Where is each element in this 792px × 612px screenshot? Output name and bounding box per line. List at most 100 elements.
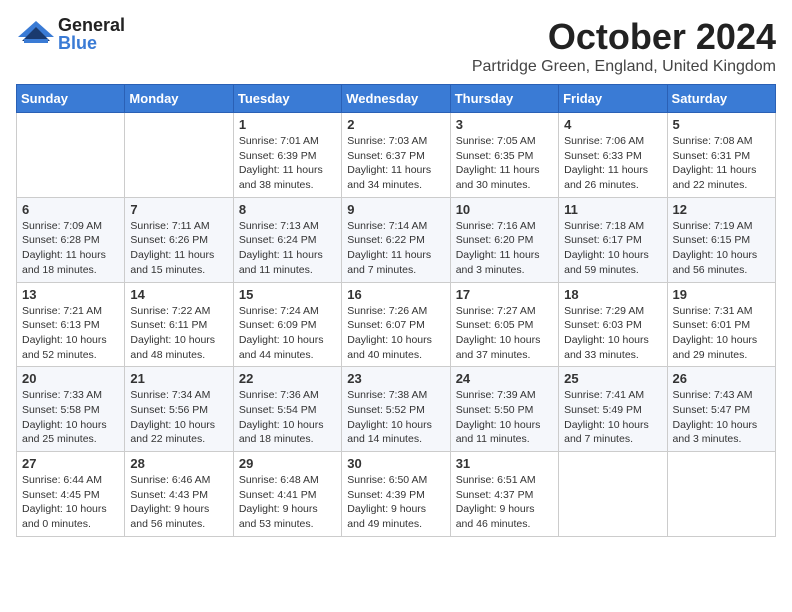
day-info: Sunrise: 7:14 AM Sunset: 6:22 PM Dayligh… (347, 219, 444, 278)
calendar-week-5: 27Sunrise: 6:44 AM Sunset: 4:45 PM Dayli… (17, 452, 776, 537)
day-info: Sunrise: 6:51 AM Sunset: 4:37 PM Dayligh… (456, 473, 553, 532)
calendar-cell: 20 Sunrise: 7:33 AM Sunset: 5:58 PM Dayli… (17, 367, 125, 452)
calendar-cell: 9 Sunrise: 7:14 AM Sunset: 6:22 PM Daylig… (342, 197, 450, 282)
day-info: Sunrise: 7:34 AM Sunset: 5:56 PM Dayligh… (130, 388, 227, 447)
calendar-cell: 10 Sunrise: 7:16 AM Sunset: 6:20 PM Dayli… (450, 197, 558, 282)
day-info: Sunrise: 7:39 AM Sunset: 5:50 PM Dayligh… (456, 388, 553, 447)
logo: General Blue (16, 16, 125, 52)
day-header-saturday: Saturday (667, 85, 775, 113)
calendar-cell: 22 Sunrise: 7:36 AM Sunset: 5:54 PM Dayli… (233, 367, 341, 452)
day-info: Sunrise: 7:24 AM Sunset: 6:09 PM Dayligh… (239, 304, 336, 363)
calendar-cell: 30 Sunrise: 6:50 AM Sunset: 4:39 PM Dayli… (342, 452, 450, 537)
calendar-cell: 23Sunrise: 7:38 AM Sunset: 5:52 PM Dayli… (342, 367, 450, 452)
day-number: 7 (130, 202, 227, 217)
day-header-friday: Friday (559, 85, 667, 113)
day-number: 12 (673, 202, 770, 217)
day-header-sunday: Sunday (17, 85, 125, 113)
logo-text: General Blue (58, 16, 125, 52)
logo-blue: Blue (58, 34, 125, 52)
calendar-cell: 24 Sunrise: 7:39 AM Sunset: 5:50 PM Dayli… (450, 367, 558, 452)
day-number: 5 (673, 117, 770, 132)
day-number: 29 (239, 456, 336, 471)
page-header: General Blue October 2024 Partridge Gree… (16, 16, 776, 76)
day-number: 11 (564, 202, 661, 217)
calendar-cell: 18 Sunrise: 7:29 AM Sunset: 6:03 PM Dayli… (559, 282, 667, 367)
logo-icon (16, 19, 56, 49)
day-number: 14 (130, 287, 227, 302)
day-number: 4 (564, 117, 661, 132)
calendar-week-2: 6 Sunrise: 7:09 AM Sunset: 6:28 PM Daylig… (17, 197, 776, 282)
calendar-cell: 26 Sunrise: 7:43 AM Sunset: 5:47 PM Dayli… (667, 367, 775, 452)
calendar-cell (125, 113, 233, 198)
day-number: 16 (347, 287, 444, 302)
day-number: 6 (22, 202, 119, 217)
day-info: Sunrise: 6:50 AM Sunset: 4:39 PM Dayligh… (347, 473, 444, 532)
location: Partridge Green, England, United Kingdom (472, 58, 776, 76)
calendar-cell (559, 452, 667, 537)
day-info: Sunrise: 7:18 AM Sunset: 6:17 PM Dayligh… (564, 219, 661, 278)
day-header-monday: Monday (125, 85, 233, 113)
day-number: 26 (673, 371, 770, 386)
calendar-week-3: 13Sunrise: 7:21 AM Sunset: 6:13 PM Dayli… (17, 282, 776, 367)
calendar-week-1: 1 Sunrise: 7:01 AM Sunset: 6:39 PM Daylig… (17, 113, 776, 198)
calendar-cell: 19Sunrise: 7:31 AM Sunset: 6:01 PM Dayli… (667, 282, 775, 367)
day-info: Sunrise: 7:11 AM Sunset: 6:26 PM Dayligh… (130, 219, 227, 278)
day-info: Sunrise: 7:16 AM Sunset: 6:20 PM Dayligh… (456, 219, 553, 278)
day-number: 20 (22, 371, 119, 386)
day-number: 22 (239, 371, 336, 386)
day-number: 23 (347, 371, 444, 386)
day-info: Sunrise: 7:01 AM Sunset: 6:39 PM Dayligh… (239, 134, 336, 193)
calendar-table: SundayMondayTuesdayWednesdayThursdayFrid… (16, 84, 776, 537)
calendar-cell: 6 Sunrise: 7:09 AM Sunset: 6:28 PM Daylig… (17, 197, 125, 282)
day-header-tuesday: Tuesday (233, 85, 341, 113)
day-number: 17 (456, 287, 553, 302)
calendar-cell: 2Sunrise: 7:03 AM Sunset: 6:37 PM Daylig… (342, 113, 450, 198)
title-area: October 2024 Partridge Green, England, U… (472, 16, 776, 76)
calendar-cell: 7 Sunrise: 7:11 AM Sunset: 6:26 PM Daylig… (125, 197, 233, 282)
calendar-cell: 3 Sunrise: 7:05 AM Sunset: 6:35 PM Daylig… (450, 113, 558, 198)
month-title: October 2024 (472, 16, 776, 58)
calendar-cell: 1 Sunrise: 7:01 AM Sunset: 6:39 PM Daylig… (233, 113, 341, 198)
calendar-cell: 8Sunrise: 7:13 AM Sunset: 6:24 PM Daylig… (233, 197, 341, 282)
calendar-body: 1 Sunrise: 7:01 AM Sunset: 6:39 PM Daylig… (17, 113, 776, 537)
calendar-cell: 27Sunrise: 6:44 AM Sunset: 4:45 PM Dayli… (17, 452, 125, 537)
calendar-cell: 17 Sunrise: 7:27 AM Sunset: 6:05 PM Dayli… (450, 282, 558, 367)
calendar-cell: 11 Sunrise: 7:18 AM Sunset: 6:17 PM Dayli… (559, 197, 667, 282)
day-info: Sunrise: 7:31 AM Sunset: 6:01 PM Dayligh… (673, 304, 770, 363)
calendar-cell: 31Sunrise: 6:51 AM Sunset: 4:37 PM Dayli… (450, 452, 558, 537)
calendar-cell: 29Sunrise: 6:48 AM Sunset: 4:41 PM Dayli… (233, 452, 341, 537)
calendar-cell: 13Sunrise: 7:21 AM Sunset: 6:13 PM Dayli… (17, 282, 125, 367)
day-info: Sunrise: 7:09 AM Sunset: 6:28 PM Dayligh… (22, 219, 119, 278)
calendar-cell (17, 113, 125, 198)
day-info: Sunrise: 7:27 AM Sunset: 6:05 PM Dayligh… (456, 304, 553, 363)
day-number: 2 (347, 117, 444, 132)
day-info: Sunrise: 7:05 AM Sunset: 6:35 PM Dayligh… (456, 134, 553, 193)
day-number: 28 (130, 456, 227, 471)
day-number: 30 (347, 456, 444, 471)
day-number: 9 (347, 202, 444, 217)
day-header-thursday: Thursday (450, 85, 558, 113)
day-info: Sunrise: 7:36 AM Sunset: 5:54 PM Dayligh… (239, 388, 336, 447)
day-info: Sunrise: 7:29 AM Sunset: 6:03 PM Dayligh… (564, 304, 661, 363)
day-info: Sunrise: 7:08 AM Sunset: 6:31 PM Dayligh… (673, 134, 770, 193)
day-info: Sunrise: 7:41 AM Sunset: 5:49 PM Dayligh… (564, 388, 661, 447)
calendar-week-4: 20 Sunrise: 7:33 AM Sunset: 5:58 PM Dayli… (17, 367, 776, 452)
logo-general: General (58, 16, 125, 34)
day-info: Sunrise: 7:22 AM Sunset: 6:11 PM Dayligh… (130, 304, 227, 363)
day-info: Sunrise: 7:33 AM Sunset: 5:58 PM Dayligh… (22, 388, 119, 447)
day-number: 21 (130, 371, 227, 386)
calendar-cell: 16Sunrise: 7:26 AM Sunset: 6:07 PM Dayli… (342, 282, 450, 367)
calendar-cell: 25Sunrise: 7:41 AM Sunset: 5:49 PM Dayli… (559, 367, 667, 452)
day-number: 18 (564, 287, 661, 302)
day-info: Sunrise: 7:19 AM Sunset: 6:15 PM Dayligh… (673, 219, 770, 278)
day-number: 24 (456, 371, 553, 386)
day-info: Sunrise: 7:43 AM Sunset: 5:47 PM Dayligh… (673, 388, 770, 447)
day-number: 1 (239, 117, 336, 132)
calendar-cell (667, 452, 775, 537)
day-number: 27 (22, 456, 119, 471)
day-number: 15 (239, 287, 336, 302)
calendar-header: SundayMondayTuesdayWednesdayThursdayFrid… (17, 85, 776, 113)
day-number: 3 (456, 117, 553, 132)
calendar-cell: 21 Sunrise: 7:34 AM Sunset: 5:56 PM Dayli… (125, 367, 233, 452)
day-number: 10 (456, 202, 553, 217)
